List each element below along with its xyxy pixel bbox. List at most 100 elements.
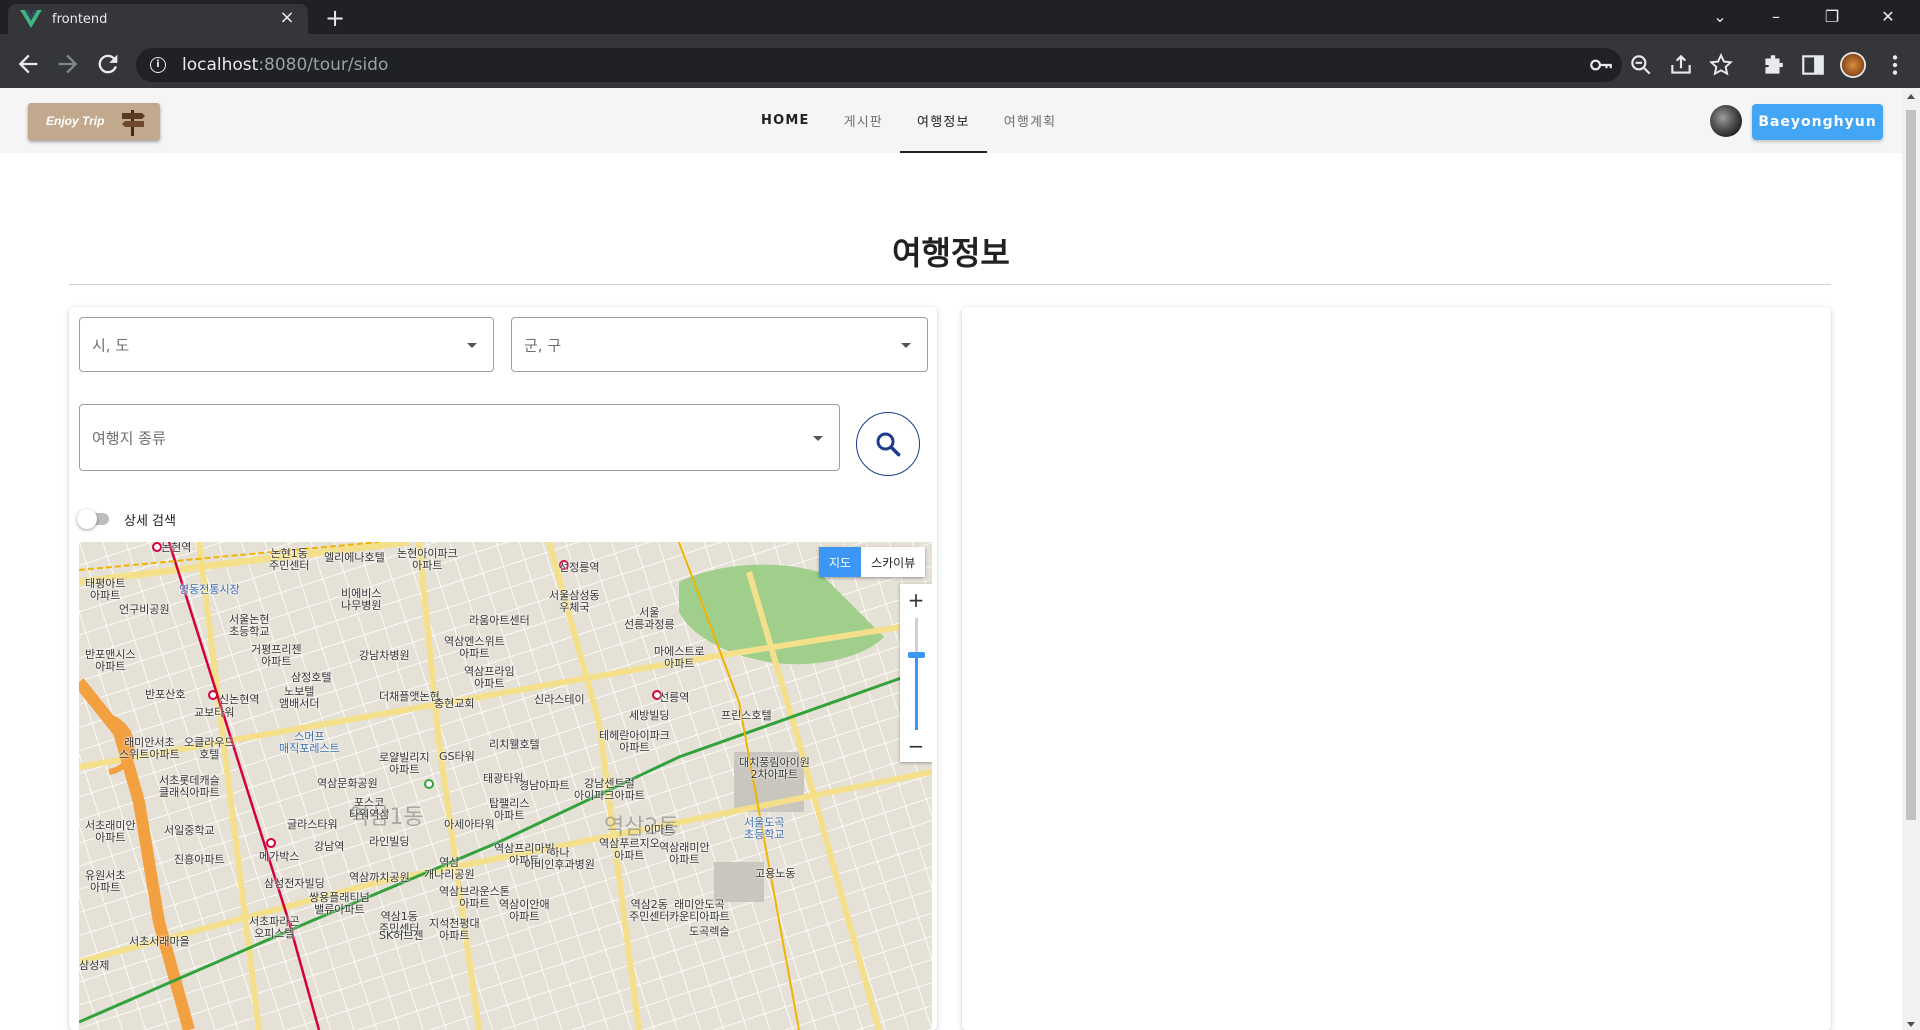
scrollbar-thumb[interactable]: [1906, 110, 1916, 820]
map-label: 태광타워: [483, 772, 524, 785]
map-label: 서초파라곤 오피스텔: [249, 915, 300, 940]
map-label: 서초롯데캐슬 클래식아파트: [159, 774, 220, 799]
map-label: 라움아트센터: [469, 614, 530, 627]
map-label: 거평프리젠 아파트: [251, 643, 302, 668]
map-label: 오클라우드 호텔: [184, 736, 235, 761]
map-label: 테헤란아이파크 아파트: [599, 729, 670, 754]
map-label: 삼성제: [79, 959, 110, 972]
map-label: 리치웰호텔: [489, 738, 540, 751]
map-label: 역삼엔스위트 아파트: [444, 635, 505, 660]
scroll-down-icon[interactable]: [1907, 1022, 1915, 1027]
menu-kebab-icon[interactable]: [1882, 52, 1908, 78]
map-label: 역삼푸르지오 아파트: [599, 837, 660, 862]
window-close-icon[interactable]: ✕: [1868, 4, 1908, 30]
map-label: 더채플앳논현: [379, 690, 440, 703]
search-button[interactable]: [856, 412, 920, 476]
zoom-in-button[interactable]: +: [900, 588, 932, 612]
map-label: 역삼래미안 아파트: [659, 841, 710, 866]
map-label: 글라스타워: [287, 818, 338, 831]
map-label: 역삼1동: [349, 805, 424, 830]
tab-search-icon[interactable]: ⌄: [1700, 4, 1740, 30]
map-label: 서초래미안 아파트: [85, 819, 136, 844]
map-label: 엘리에나호텔: [324, 551, 385, 564]
scroll-up-icon[interactable]: [1907, 94, 1915, 99]
map-label: 반포산호: [145, 688, 186, 701]
map-label: 역삼프라임 아파트: [464, 665, 515, 690]
browser-tab[interactable]: frontend ×: [8, 4, 308, 34]
map-label: 논현아이파크 아파트: [397, 547, 458, 572]
map-type-roadmap[interactable]: 지도: [819, 547, 862, 577]
map-label: 세방빌딩: [629, 709, 670, 722]
map-label: 래미안도곡 카운티아파트: [669, 898, 730, 923]
kakao-map[interactable]: 논현역 논현1동 주민센터 엘리에나호텔 논현아이파크 아파트 선정릉역 태평아트 아파트 영동전…: [79, 542, 932, 1030]
zoom-out-icon[interactable]: [1628, 52, 1654, 78]
zoom-handle[interactable]: [908, 652, 925, 658]
logo-text: Enjoy Trip: [46, 114, 105, 128]
page-scrollbar[interactable]: [1902, 88, 1920, 1030]
zoom-control: + −: [900, 584, 932, 762]
map-label: 역삼2동 주민센터: [629, 898, 670, 923]
user-button[interactable]: Baeyonghyun: [1752, 104, 1883, 140]
map-label: 강남센트럴 아이파크아파트: [574, 777, 645, 802]
close-tab-icon[interactable]: ×: [278, 9, 296, 28]
map-label: 서울논현 초등학교: [229, 613, 270, 638]
map-label: 교보타워: [194, 706, 235, 719]
reload-icon[interactable]: [94, 50, 122, 78]
map-label: 신라스테이: [534, 693, 585, 706]
profile-avatar-icon[interactable]: [1840, 52, 1866, 78]
map-label: 도곡렉슬: [689, 925, 730, 938]
gugun-select[interactable]: 군, 구: [511, 317, 928, 372]
content-type-select[interactable]: 여행지 종류: [79, 404, 840, 471]
chevron-down-icon: [813, 435, 823, 441]
zoom-out-button[interactable]: −: [900, 734, 932, 758]
site-info-icon[interactable]: i: [150, 57, 166, 73]
nav-travel-plan[interactable]: 여행계획: [987, 88, 1074, 153]
key-icon[interactable]: [1588, 52, 1614, 78]
nav-travel-info[interactable]: 여행정보: [900, 88, 987, 153]
url-path: :8080/tour/sido: [258, 55, 389, 75]
map-type-skyview[interactable]: 스카이뷰: [861, 547, 926, 577]
enjoy-trip-logo[interactable]: Enjoy Trip: [28, 103, 160, 140]
map-label: 논현1동 주민센터: [269, 547, 310, 572]
map-label: 신논현역: [219, 693, 260, 706]
map-label: 언구비공원: [119, 603, 170, 616]
map-label: 쌍용플래티넘 밸류아파트: [309, 891, 370, 916]
map-label: 반포맨시스 아파트: [85, 648, 136, 673]
nav-board[interactable]: 게시판: [827, 88, 900, 153]
map-label: 래미안서초 스위트아파트: [119, 736, 180, 761]
map-label: 프린스호텔: [721, 709, 772, 722]
map-label: 서일중학교: [164, 824, 215, 837]
address-bar[interactable]: i localhost:8080/tour/sido: [136, 48, 1622, 82]
extensions-icon[interactable]: [1760, 52, 1786, 78]
map-label: 영동전통시장: [179, 583, 240, 596]
map-label: 충현교회: [434, 697, 475, 710]
forward-icon[interactable]: [54, 50, 82, 78]
url-host: localhost: [182, 55, 259, 75]
new-tab-icon[interactable]: +: [322, 6, 348, 32]
map-label: 비에비스 나무병원: [341, 587, 382, 612]
main-nav: HOME 게시판 여행정보 여행계획: [744, 88, 1073, 153]
app-header: Enjoy Trip HOME 게시판 여행정보 여행계획 Baeyonghyu…: [0, 88, 1902, 153]
back-icon[interactable]: [14, 50, 42, 78]
map-label: 마에스트로 아파트: [654, 645, 705, 670]
map-label: 경남아파트: [519, 779, 570, 792]
vue-logo-icon: [20, 10, 42, 28]
nav-home[interactable]: HOME: [744, 88, 827, 153]
map-label: 논현역: [161, 542, 192, 554]
restore-icon[interactable]: ❐: [1812, 4, 1852, 30]
sido-placeholder: 시, 도: [92, 336, 130, 354]
map-label: 하나 이비인후과병원: [524, 846, 595, 871]
gugun-placeholder: 군, 구: [524, 336, 562, 354]
detail-search-label: 상세 검색: [124, 514, 176, 529]
side-panel-icon[interactable]: [1800, 52, 1826, 78]
user-avatar[interactable]: [1710, 105, 1742, 137]
share-icon[interactable]: [1668, 52, 1694, 78]
map-label: 서울삼성동 우체국: [549, 589, 600, 614]
sido-select[interactable]: 시, 도: [79, 317, 494, 372]
bookmark-star-icon[interactable]: [1708, 52, 1734, 78]
minimize-icon[interactable]: –: [1756, 4, 1796, 30]
page-title: 여행정보: [892, 234, 1010, 272]
map-label: 강남차병원: [359, 649, 410, 662]
map-label: 서울 선릉과정릉: [624, 606, 675, 631]
detail-search-toggle[interactable]: [77, 509, 109, 529]
